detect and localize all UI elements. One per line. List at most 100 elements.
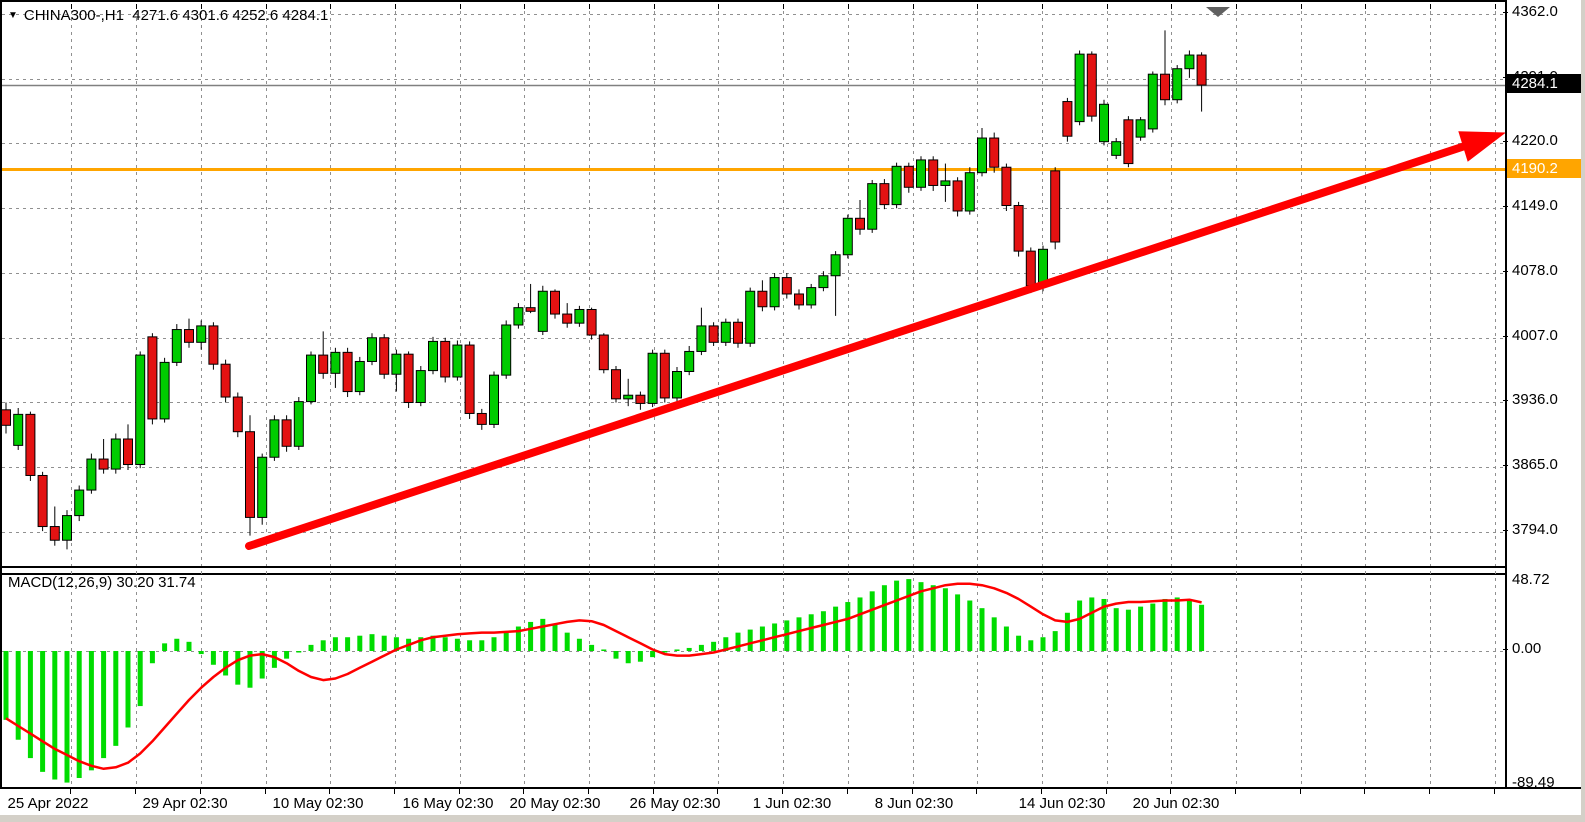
candle-bull [258,457,267,517]
macd-histogram-bar [162,643,167,651]
macd-histogram-bar [711,642,716,651]
time-label: 8 Jun 02:30 [875,795,953,812]
candle-bull [197,326,206,342]
macd-histogram-bar [882,585,887,651]
macd-histogram-bar [577,639,582,651]
candle-bull [1185,55,1194,69]
macd-signal-line [6,584,1202,769]
candle-bull [538,291,547,331]
macd-axis-label: 48.72 [1512,571,1550,589]
macd-histogram-bar [40,651,45,772]
macd-histogram-bar [1114,608,1119,651]
candle-bear [1197,55,1206,85]
chart-shift-marker-icon[interactable] [1206,7,1230,17]
candle-bear [465,345,474,413]
macd-histogram-bar [540,619,545,651]
macd-histogram-bar [370,634,375,651]
candle-bear [953,181,962,211]
candle-bull [429,341,438,370]
candle-bull [721,322,730,342]
candle-bull [416,371,425,403]
candle-bull [502,325,511,375]
candle-bull [14,414,23,445]
candle-bear [404,354,413,402]
candle-bear [380,338,389,374]
candle-bull [368,338,377,362]
price-chart-canvas[interactable] [2,2,1507,568]
macd-histogram-bar [687,648,692,651]
macd-histogram-bar [553,625,558,651]
candle-bull [1100,104,1109,141]
price-tick [1503,12,1508,13]
macd-histogram-bar [101,651,106,758]
trend-arrow-head[interactable] [1458,131,1506,161]
macd-histogram-bar [1077,601,1082,651]
price-label: 4149.0 [1512,197,1558,215]
ohlc-values: 4271.6 4301.6 4252.6 4284.1 [132,7,328,24]
candle-bull [843,218,852,254]
candle-bear [50,527,59,541]
macd-histogram-bar [821,611,826,651]
time-tick [1300,789,1301,794]
price-tick [1503,206,1508,207]
candle-bear [904,166,913,187]
candle-bear [343,352,352,391]
time-label: 25 Apr 2022 [8,795,89,812]
candle-bear [1014,206,1023,252]
candle-bull [1136,120,1145,137]
macd-histogram-bar [1028,640,1033,651]
candle-bear [26,414,35,475]
macd-histogram-bar [284,651,289,659]
candle-bull [819,276,828,288]
macd-histogram-bar [906,579,911,651]
chart-region[interactable]: ▼ CHINA300-,H1 4271.6 4301.6 4252.6 4284.… [0,0,1507,787]
macd-histogram-bar [1089,597,1094,651]
macd-histogram-bar [443,637,448,651]
macd-histogram-bar [65,651,70,783]
candle-bear [551,291,560,314]
time-tick [782,789,783,794]
macd-histogram-bar [626,651,631,663]
time-tick [523,789,524,794]
macd-histogram-bar [699,645,704,651]
time-label: 20 Jun 02:30 [1133,795,1220,812]
candle-bull [331,352,340,373]
candle-bear [599,335,608,370]
symbol-period-label: CHINA300-,H1 [24,7,124,24]
candle-bull [1148,74,1157,129]
candle-bull [1112,142,1121,156]
time-axis[interactable]: 25 Apr 202229 Apr 02:3010 May 02:3016 Ma… [0,787,1585,815]
macd-histogram-bar [52,651,57,780]
window-edge-right [1581,0,1585,822]
candle-bear [526,308,535,312]
price-tick [1503,141,1508,142]
macd-histogram-bar [199,651,204,654]
candle-bull [1173,69,1182,100]
time-tick [847,789,848,794]
price-tick [1503,271,1508,272]
macd-histogram-bar [614,651,619,659]
macd-histogram-bar [601,649,606,651]
time-tick [653,789,654,794]
macd-indicator-canvas[interactable] [2,571,1507,789]
collapse-triangle-icon[interactable]: ▼ [8,10,18,21]
candle-bear [734,322,743,343]
candle-bull [87,459,96,490]
time-tick [1235,789,1236,794]
macd-histogram-bar [1175,597,1180,651]
macd-histogram-bar [382,636,387,651]
candle-bear [1051,171,1060,242]
macd-histogram-bar [1138,607,1143,651]
price-tick [1503,400,1508,401]
candle-bear [795,294,804,305]
candle-bear [1087,54,1096,116]
macd-histogram-bar [150,651,155,663]
macd-header: MACD(12,26,9) 30.20 31.74 [8,574,196,591]
candle-bull [111,439,120,469]
macd-histogram-bar [235,651,240,685]
candle-bear [1063,102,1072,137]
price-axis[interactable]: 4362.04291.04220.04149.04078.04007.03936… [1507,0,1581,787]
macd-histogram-bar [309,645,314,651]
time-tick [1106,789,1107,794]
candle-bull [807,288,816,305]
